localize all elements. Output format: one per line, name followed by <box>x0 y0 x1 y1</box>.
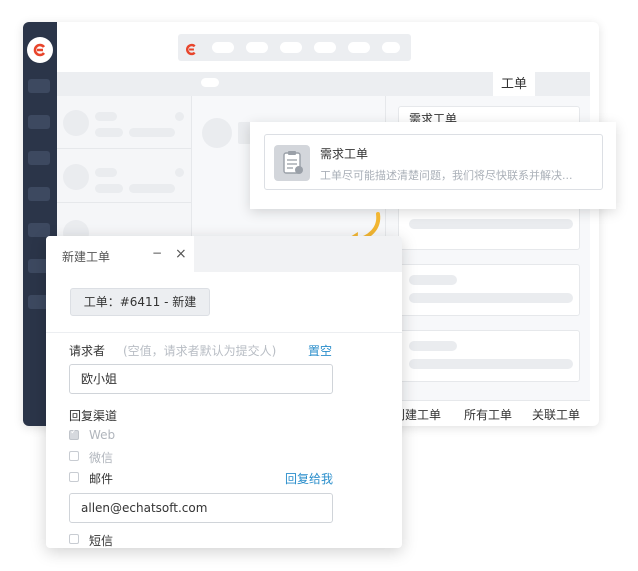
nav-placeholder[interactable] <box>348 42 370 53</box>
channel-sms-label: 短信 <box>89 534 114 548</box>
panel-tab[interactable]: 新建工单 − × <box>46 236 194 272</box>
workorder-number-badge: 工单：#6411 - 新建 <box>70 288 210 316</box>
workorder-tabs: 创建工单 所有工单 关联工单 <box>385 400 590 426</box>
sidebar-item[interactable] <box>28 115 50 129</box>
email-input[interactable]: allen@echatsoft.com <box>69 493 333 523</box>
channel-web-label: Web <box>89 428 116 442</box>
brand-icon <box>185 41 198 60</box>
divider <box>57 148 191 149</box>
channel-email-checkbox[interactable] <box>69 472 79 482</box>
channel-web-checkbox[interactable] <box>69 427 79 440</box>
placeholder <box>409 293 573 303</box>
placeholder <box>129 184 175 193</box>
placeholder <box>409 359 573 369</box>
minimize-icon[interactable]: − <box>152 246 162 260</box>
reply-to-me-link[interactable]: 回复给我 <box>285 470 333 487</box>
placeholder <box>409 341 457 351</box>
sidebar-item[interactable] <box>28 187 50 201</box>
placeholder <box>409 275 457 285</box>
request-workorder-popup: 需求工单 工单尽可能描述清楚问题，我们将尽快联系并解决... <box>250 122 616 209</box>
sidebar-item[interactable] <box>28 223 50 237</box>
sidebar-item[interactable] <box>28 151 50 165</box>
channel-email-label: 邮件 <box>89 472 114 486</box>
placeholder <box>95 184 123 193</box>
requester-input[interactable]: 欧小姐 <box>69 364 333 394</box>
close-icon[interactable]: × <box>175 246 187 262</box>
sidebar-item[interactable] <box>28 79 50 93</box>
tab-workorder[interactable]: 工单 <box>493 72 535 98</box>
nav-placeholder[interactable] <box>212 42 234 53</box>
avatar <box>63 164 89 190</box>
request-title: 需求工单 <box>320 147 369 161</box>
avatar <box>63 110 89 136</box>
requester-hint: (空值，请求者默认为提交人) <box>123 344 277 358</box>
new-workorder-panel: 新建工单 − × 工单：#6411 - 新建 请求者 (空值，请求者默认为提交人… <box>46 236 402 548</box>
panel-title: 新建工单 <box>62 250 111 264</box>
card <box>398 264 580 316</box>
requester-label: 请求者 <box>69 344 106 358</box>
clear-link[interactable]: 置空 <box>308 342 332 359</box>
panel-header-bar <box>194 236 402 272</box>
placeholder <box>409 219 573 229</box>
request-description: 工单尽可能描述清楚问题，我们将尽快联系并解决... <box>320 169 573 182</box>
placeholder <box>175 112 184 121</box>
channel-wechat-checkbox[interactable] <box>69 451 79 461</box>
nav-placeholder[interactable] <box>382 42 400 53</box>
nav-placeholder[interactable] <box>314 42 336 53</box>
divider <box>57 202 191 203</box>
echat-logo-icon[interactable] <box>27 37 53 63</box>
card <box>398 206 580 250</box>
placeholder <box>95 128 123 137</box>
placeholder <box>201 78 219 87</box>
channel-wechat-label: 微信 <box>89 451 114 465</box>
request-workorder-option[interactable]: 需求工单 工单尽可能描述清楚问题，我们将尽快联系并解决... <box>264 134 603 190</box>
channel-sms-checkbox[interactable] <box>69 534 79 544</box>
placeholder <box>95 112 117 121</box>
tab-all-workorders[interactable]: 所有工单 <box>464 406 512 423</box>
panel-header: 新建工单 − × <box>46 236 402 272</box>
card <box>398 330 580 382</box>
reply-channel-label: 回复渠道 <box>69 409 118 423</box>
tab-linked-workorders[interactable]: 关联工单 <box>532 406 580 423</box>
placeholder <box>95 168 117 177</box>
top-nav <box>178 34 411 61</box>
document-icon <box>274 145 310 181</box>
avatar <box>202 118 232 148</box>
placeholder <box>175 168 184 177</box>
nav-placeholder[interactable] <box>246 42 268 53</box>
divider <box>46 332 402 333</box>
nav-placeholder[interactable] <box>280 42 302 53</box>
placeholder <box>129 128 175 137</box>
